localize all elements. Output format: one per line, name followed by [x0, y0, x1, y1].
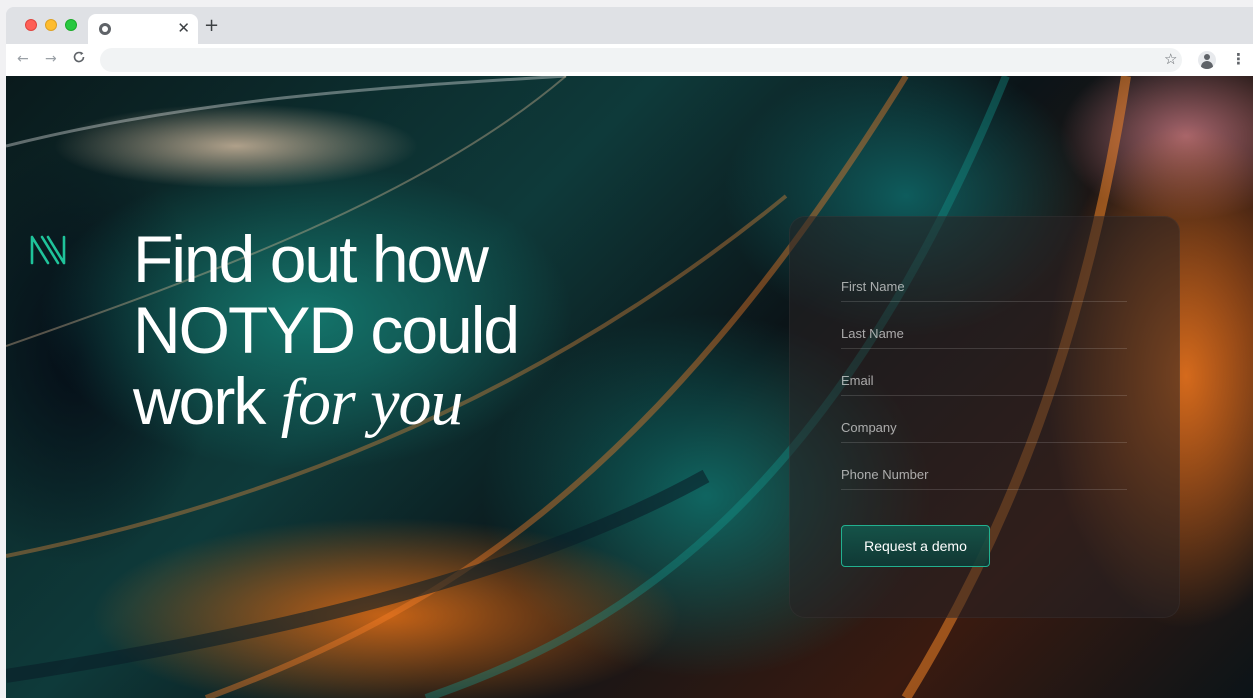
company-field: [841, 413, 1127, 443]
headline-line-1: Find out how: [133, 222, 489, 296]
phone-number-input[interactable]: [841, 460, 1127, 489]
browser-toolbar: ← → ☆ ⋮: [6, 44, 1253, 76]
headline-line-2: NOTYD could: [133, 293, 520, 367]
last-name-field: [841, 319, 1127, 349]
maximize-window-button[interactable]: [65, 19, 77, 31]
browser-tab[interactable]: ✕: [88, 14, 198, 44]
last-name-input[interactable]: [841, 319, 1127, 348]
request-demo-button[interactable]: Request a demo: [841, 525, 990, 567]
headline-line-3-italic: for you: [280, 366, 464, 439]
email-field: [841, 366, 1127, 396]
close-icon[interactable]: ✕: [177, 18, 190, 38]
first-name-input[interactable]: [841, 272, 1127, 301]
phone-number-field: [841, 460, 1127, 490]
minimize-window-button[interactable]: [45, 19, 57, 31]
window-controls: [25, 19, 77, 31]
star-icon[interactable]: ☆: [1164, 49, 1177, 69]
headline-line-3-regular: work: [133, 364, 281, 438]
profile-icon[interactable]: [1198, 51, 1216, 69]
close-window-button[interactable]: [25, 19, 37, 31]
address-bar[interactable]: [100, 48, 1182, 72]
reload-icon[interactable]: [72, 50, 86, 69]
forward-arrow-icon[interactable]: →: [45, 50, 57, 68]
demo-request-form: Request a demo: [789, 216, 1180, 618]
headline-line-3: work for you: [133, 364, 693, 439]
chrome-favicon-icon: [99, 23, 111, 35]
profile-body-shape: [1201, 61, 1213, 69]
company-input[interactable]: [841, 413, 1127, 442]
browser-window: ✕ + ← → ☆ ⋮ Find out how NOTYD could wor…: [6, 7, 1253, 698]
email-input[interactable]: [841, 366, 1127, 395]
hero-headline: Find out how NOTYD could work for you: [133, 222, 693, 439]
notyd-logo-icon[interactable]: [29, 233, 67, 267]
tab-strip: ✕ +: [6, 7, 1253, 44]
profile-head-shape: [1204, 54, 1210, 60]
page-viewport: Find out how NOTYD could work for you Re…: [6, 76, 1253, 698]
back-arrow-icon[interactable]: ←: [17, 50, 29, 68]
more-vert-icon[interactable]: ⋮: [1231, 49, 1246, 69]
plus-icon[interactable]: +: [204, 16, 219, 36]
first-name-field: [841, 272, 1127, 302]
